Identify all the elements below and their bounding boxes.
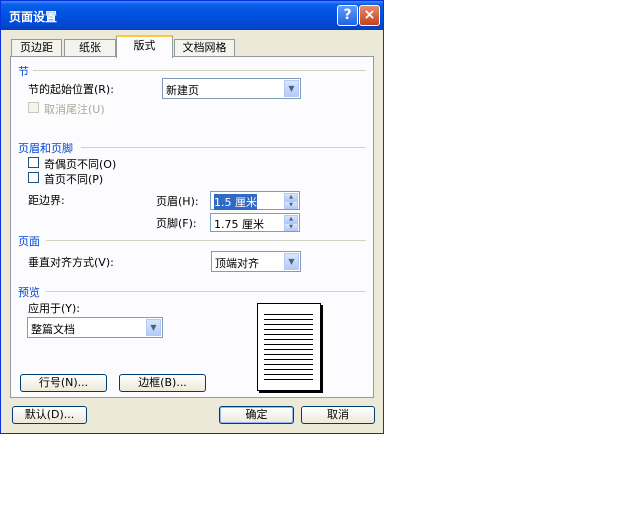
preview-line — [264, 364, 313, 365]
vertical-align-dropdown[interactable]: 顶端对齐 ▼ — [211, 251, 301, 272]
footer-distance-value: 1.75 厘米 — [214, 218, 264, 231]
first-page-label: 首页不同(P) — [44, 173, 104, 186]
tab-document-grid[interactable]: 文档网格 — [174, 39, 235, 57]
cancel-button[interactable]: 取消 — [301, 406, 375, 424]
title-bar[interactable]: 页面设置 ? × — [1, 1, 383, 30]
section-start-value: 新建页 — [166, 84, 199, 97]
suppress-endnotes-label: 取消尾注(U) — [44, 103, 105, 116]
ok-button[interactable]: 确定 — [219, 406, 294, 424]
tab-paper[interactable]: 纸张 — [64, 39, 116, 57]
preview-line — [264, 334, 313, 335]
section-heading: 节 — [18, 65, 29, 78]
odd-even-label: 奇偶页不同(O) — [44, 158, 117, 171]
header-distance-value: 1.5 厘米 — [214, 194, 257, 210]
spin-down-icon[interactable]: ▼ — [284, 223, 298, 231]
preview-line — [264, 349, 313, 350]
preview-line — [264, 329, 313, 330]
close-button[interactable]: × — [359, 5, 380, 26]
page-heading: 页面 — [18, 235, 40, 248]
preview-heading: 预览 — [18, 286, 40, 299]
section-divider — [33, 70, 366, 71]
dialog-title: 页面设置 — [9, 10, 58, 24]
spin-down-icon[interactable]: ▼ — [284, 201, 298, 209]
page-preview — [257, 303, 321, 391]
line-numbers-button[interactable]: 行号(N)... — [20, 374, 107, 392]
borders-button[interactable]: 边框(B)... — [119, 374, 206, 392]
footer-distance-spinner[interactable]: 1.75 厘米 ▲ ▼ — [210, 213, 300, 232]
preview-line — [264, 344, 313, 345]
vertical-align-value: 顶端对齐 — [215, 257, 259, 270]
section-start-dropdown[interactable]: 新建页 ▼ — [162, 78, 301, 99]
first-page-checkbox[interactable] — [28, 172, 39, 183]
header-distance-label: 页眉(H): — [156, 195, 199, 208]
preview-line — [264, 354, 313, 355]
chevron-down-icon[interactable]: ▼ — [284, 80, 299, 97]
section-start-label: 节的起始位置(R): — [28, 83, 114, 96]
odd-even-checkbox[interactable] — [28, 157, 39, 168]
spin-up-icon[interactable]: ▲ — [284, 193, 298, 201]
preview-line — [264, 359, 313, 360]
preview-divider — [46, 291, 366, 292]
header-distance-spinner[interactable]: 1.5 厘米 ▲ ▼ — [210, 191, 300, 210]
page-divider — [46, 240, 366, 241]
preview-line — [264, 379, 313, 380]
headers-footers-divider — [81, 147, 366, 148]
spin-up-icon[interactable]: ▲ — [284, 215, 298, 223]
page-setup-dialog: 页面设置 ? × 页边距 纸张 版式 文档网格 节 节的起始位置(R): 新建页… — [0, 0, 384, 434]
from-edge-label: 距边界: — [28, 194, 65, 207]
tab-margins[interactable]: 页边距 — [11, 39, 62, 57]
preview-line — [264, 339, 313, 340]
preview-line — [264, 369, 313, 370]
apply-to-label: 应用于(Y): — [28, 302, 81, 315]
preview-line — [264, 314, 313, 315]
chevron-down-icon[interactable]: ▼ — [146, 319, 161, 336]
preview-line — [264, 324, 313, 325]
chevron-down-icon[interactable]: ▼ — [284, 253, 299, 270]
preview-line — [264, 319, 313, 320]
preview-line — [264, 374, 313, 375]
help-button[interactable]: ? — [337, 5, 358, 26]
default-button[interactable]: 默认(D)... — [12, 406, 87, 424]
apply-to-dropdown[interactable]: 整篇文档 ▼ — [27, 317, 163, 338]
suppress-endnotes-checkbox[interactable] — [28, 102, 39, 113]
tab-layout[interactable]: 版式 — [116, 35, 173, 58]
footer-distance-label: 页脚(F): — [156, 217, 197, 230]
headers-footers-heading: 页眉和页脚 — [18, 142, 73, 155]
vertical-align-label: 垂直对齐方式(V): — [28, 256, 114, 269]
apply-to-value: 整篇文档 — [31, 323, 75, 336]
